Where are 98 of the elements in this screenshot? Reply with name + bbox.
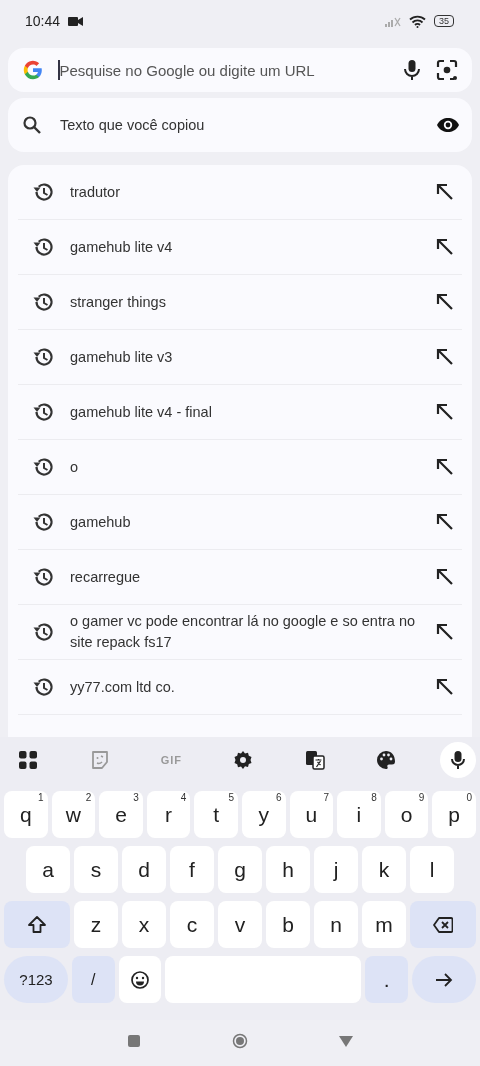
fill-arrow-icon[interactable] xyxy=(436,678,454,696)
camera-lens-icon[interactable] xyxy=(436,59,458,81)
history-icon xyxy=(32,566,54,588)
microphone-icon xyxy=(450,750,465,770)
history-item[interactable]: gamehub lite v4 xyxy=(18,220,462,275)
home-button[interactable] xyxy=(232,1033,248,1049)
palette-icon[interactable] xyxy=(376,750,397,770)
history-item[interactable]: yy77.com ltd co. xyxy=(18,660,462,715)
number-hint: 6 xyxy=(276,792,282,803)
letter-key[interactable]: x xyxy=(122,901,166,948)
voice-input-button[interactable] xyxy=(439,742,476,778)
fill-arrow-icon[interactable] xyxy=(436,568,454,586)
history-item[interactable]: o xyxy=(18,440,462,495)
fill-arrow-icon[interactable] xyxy=(436,623,454,641)
video-camera-icon xyxy=(68,15,84,27)
history-icon xyxy=(32,236,54,258)
history-item[interactable]: o gamer vc pode encontrar lá no google e so entra no site repack fs17 xyxy=(18,605,462,660)
fill-arrow-icon[interactable] xyxy=(436,458,454,476)
settings-icon[interactable] xyxy=(232,750,253,770)
google-logo-icon xyxy=(22,59,44,81)
letter-key[interactable]: z xyxy=(74,901,118,948)
translate-icon[interactable] xyxy=(304,750,325,770)
letter-key[interactable]: k xyxy=(362,846,406,893)
letter-key[interactable]: w 2 xyxy=(51,791,96,838)
history-item[interactable]: recarregue xyxy=(18,550,462,605)
clock-time: 10:44 xyxy=(25,13,61,29)
letter-key[interactable]: n xyxy=(314,901,358,948)
history-icon xyxy=(32,621,54,643)
search-field[interactable]: Pesquise no Google ou digite um URL xyxy=(59,61,388,79)
smiley-icon xyxy=(129,969,150,990)
fill-arrow-icon[interactable] xyxy=(436,238,454,256)
letter-key[interactable]: s xyxy=(74,846,118,893)
letter-key[interactable]: y 6 xyxy=(241,791,286,838)
backspace-key[interactable] xyxy=(410,901,476,948)
clipboard-suggestion[interactable]: Texto que você copiou xyxy=(8,98,472,152)
fill-arrow-icon[interactable] xyxy=(436,293,454,311)
number-hint: 3 xyxy=(133,792,139,803)
shift-icon xyxy=(27,914,47,935)
fill-arrow-icon[interactable] xyxy=(436,403,454,421)
letter-key[interactable]: a xyxy=(26,846,70,893)
microphone-icon[interactable] xyxy=(402,59,422,81)
letter-key[interactable]: e 3 xyxy=(99,791,143,838)
history-icon xyxy=(32,511,54,533)
history-icon xyxy=(32,346,54,368)
emoji-key[interactable] xyxy=(118,956,162,1003)
signal-icon xyxy=(385,15,401,27)
letter-key[interactable]: c xyxy=(170,901,214,948)
fill-arrow-icon[interactable] xyxy=(436,183,454,201)
letter-key[interactable]: v xyxy=(218,901,262,948)
history-icon xyxy=(32,401,54,423)
number-hint: 1 xyxy=(38,792,44,803)
history-item[interactable]: tradutor xyxy=(18,165,462,220)
history-icon xyxy=(32,676,54,698)
fill-arrow-icon[interactable] xyxy=(436,348,454,366)
letter-key[interactable]: q 1 xyxy=(4,791,48,838)
period-key[interactable]: . xyxy=(365,956,409,1003)
number-hint: 4 xyxy=(180,792,187,803)
history-icon xyxy=(32,291,54,313)
number-hint: 5 xyxy=(228,792,234,803)
number-hint: 7 xyxy=(323,792,330,803)
letter-key[interactable]: j xyxy=(314,846,358,893)
backspace-icon xyxy=(433,914,453,935)
back-button[interactable] xyxy=(338,1033,354,1049)
history-item[interactable]: gamehub xyxy=(18,495,462,550)
symbols-key[interactable]: ?123 xyxy=(4,956,68,1003)
letter-key[interactable]: b xyxy=(266,901,310,948)
battery-level: 35 xyxy=(434,15,454,27)
letter-key[interactable]: i 8 xyxy=(337,791,381,838)
history-item[interactable]: stranger things xyxy=(18,275,462,330)
apps-grid-icon[interactable] xyxy=(18,750,38,770)
search-icon xyxy=(22,115,42,135)
enter-key[interactable] xyxy=(412,956,476,1003)
slash-key[interactable]: / xyxy=(71,956,115,1003)
letter-key[interactable]: l xyxy=(410,846,454,893)
letter-key[interactable]: o 9 xyxy=(384,791,429,838)
shift-key[interactable] xyxy=(4,901,70,948)
letter-key[interactable]: u 7 xyxy=(289,791,334,838)
letter-key[interactable]: h xyxy=(266,846,310,893)
recents-button[interactable] xyxy=(126,1033,142,1049)
letter-key[interactable]: f xyxy=(170,846,214,893)
number-hint: 2 xyxy=(85,792,92,803)
letter-key[interactable]: d xyxy=(122,846,166,893)
number-hint: 0 xyxy=(466,792,472,803)
number-hint: 9 xyxy=(418,792,425,803)
letter-key[interactable]: r 4 xyxy=(146,791,191,838)
history-item[interactable]: gamehub lite v3 xyxy=(18,330,462,385)
letter-key[interactable]: m xyxy=(362,901,406,948)
fill-arrow-icon[interactable] xyxy=(436,513,454,531)
letter-key[interactable]: t 5 xyxy=(194,791,238,838)
letter-key[interactable]: p 0 xyxy=(432,791,476,838)
search-bar[interactable]: Pesquise no Google ou digite um URL xyxy=(8,48,472,92)
number-hint: 8 xyxy=(371,792,377,803)
letter-key[interactable]: g xyxy=(218,846,262,893)
eye-icon[interactable] xyxy=(436,117,460,133)
wifi-icon xyxy=(409,14,426,28)
history-icon xyxy=(32,456,54,478)
history-icon xyxy=(32,181,54,203)
history-item[interactable]: gamehub lite v4 - final xyxy=(18,385,462,440)
